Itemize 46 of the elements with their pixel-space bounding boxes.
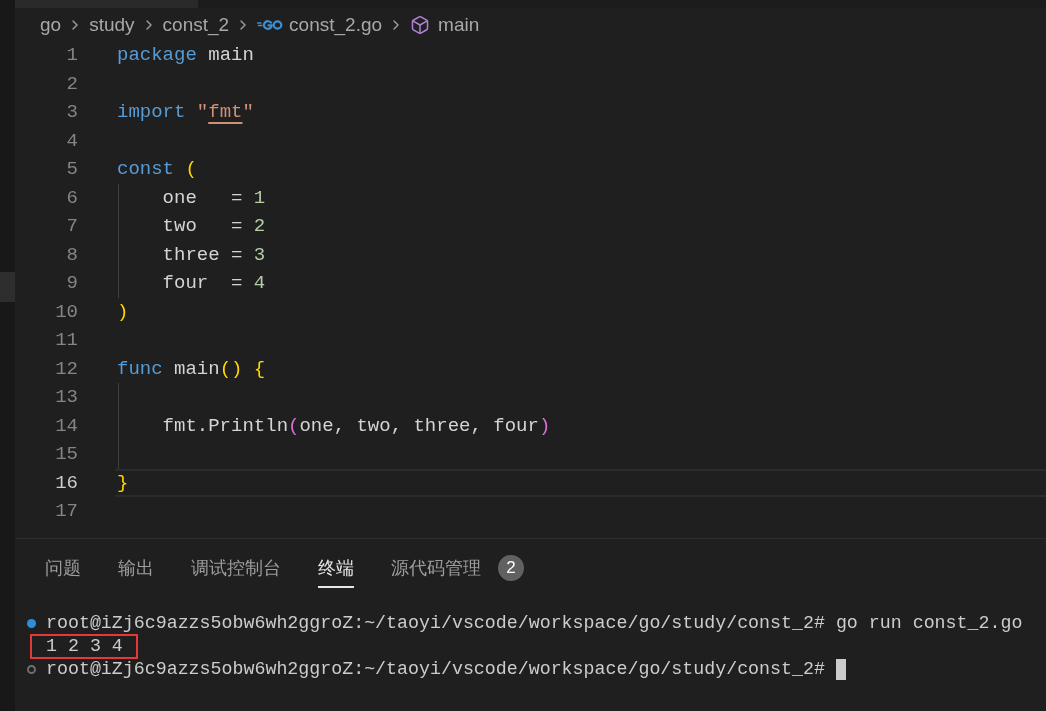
code-line: one = 1 (161, 185, 266, 210)
line-number: 5 (65, 157, 78, 182)
line-number: 6 (65, 185, 78, 210)
line-number: 16 (54, 470, 78, 495)
line-number: 11 (54, 328, 78, 353)
code-line: func main() { (117, 356, 266, 381)
panel-tab[interactable]: 终端 (318, 555, 354, 588)
line-number: 3 (65, 100, 78, 125)
breadcrumb-item[interactable]: const_2.go (289, 12, 383, 37)
code-line: fmt.Println(one, two, three, four) (161, 413, 551, 438)
breadcrumb-item[interactable]: main (438, 12, 480, 37)
terminal-prompt: root@iZj6c9azzs5obw6wh2ggroZ:~/taoyi/vscode/workspace/go/study/const_2# (46, 658, 825, 680)
line-number: 8 (65, 242, 78, 267)
panel-tab[interactable]: 问题 (45, 555, 81, 588)
line-number: 13 (54, 385, 78, 410)
line-number: 1 (65, 43, 78, 68)
line-number: 7 (65, 214, 78, 239)
file-type-icon (257, 18, 284, 31)
panel-tab[interactable]: 输出 (118, 555, 154, 588)
cube-icon (410, 14, 431, 35)
code-line: const ( (117, 157, 197, 182)
status-dot-icon (26, 618, 36, 628)
code-line: ) (117, 299, 129, 324)
line-number: 12 (54, 356, 78, 381)
count-badge: 2 (498, 554, 524, 581)
code-line: three = 3 (161, 242, 266, 267)
panel-tab[interactable]: 调试控制台 (191, 555, 281, 588)
breadcrumb-item[interactable]: study (89, 12, 135, 37)
status-ring-icon (26, 664, 36, 674)
line-number: 15 (54, 442, 78, 467)
line-number: 4 (65, 128, 78, 153)
panel-tab[interactable]: 源代码管理 (391, 555, 481, 588)
code-line: two = 2 (161, 214, 266, 239)
line-number: 17 (54, 499, 78, 524)
line-number: 2 (65, 71, 78, 96)
terminal-output: 1 2 3 4 (46, 635, 123, 657)
line-number: 14 (54, 413, 78, 438)
line-number: 10 (54, 299, 78, 324)
terminal-prompt: root@iZj6c9azzs5obw6wh2ggroZ:~/taoyi/vscode/workspace/go/study/const_2# go run const_2.go (46, 612, 1023, 634)
breadcrumb-item[interactable]: go (40, 12, 62, 37)
code-line: } (117, 470, 129, 495)
code-line: four = 4 (161, 271, 266, 296)
line-number: 9 (65, 271, 78, 296)
code-line: package main (117, 43, 254, 68)
breadcrumb-item[interactable]: const_2 (162, 12, 230, 37)
code-line: import "fmt" (117, 100, 254, 125)
